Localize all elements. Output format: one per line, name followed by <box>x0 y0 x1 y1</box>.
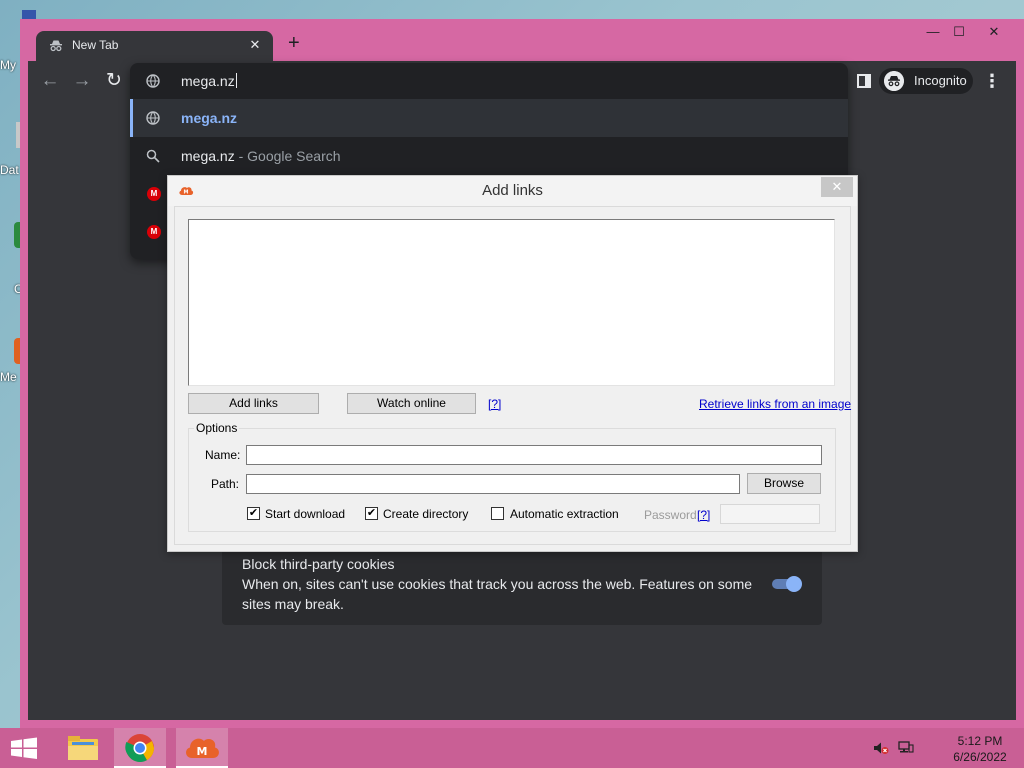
new-tab-button[interactable]: + <box>288 33 300 53</box>
search-icon <box>146 149 160 163</box>
chrome-icon <box>125 734 154 762</box>
create-directory-label: Create directory <box>383 507 469 521</box>
cookie-setting-description: When on, sites can't use cookies that tr… <box>242 576 753 612</box>
start-download-checkbox[interactable]: ✔ <box>247 507 260 520</box>
mega-cloud-icon: M <box>186 738 219 758</box>
clock-time: 5:12 PM <box>957 734 1003 748</box>
suggestion-text: mega.nz - Google Search <box>181 148 341 164</box>
globe-icon <box>146 74 160 88</box>
dialog-close-button[interactable]: ✕ <box>821 177 853 197</box>
automatic-extraction-label: Automatic extraction <box>510 507 619 521</box>
taskbar-file-explorer[interactable] <box>58 728 110 768</box>
toggle-knob <box>786 576 802 592</box>
window-close-button[interactable]: ✕ <box>974 21 1014 43</box>
watch-online-button[interactable]: Watch online <box>347 393 476 414</box>
password-label: Password: <box>644 508 701 522</box>
volume-muted-icon[interactable] <box>873 741 889 755</box>
text-caret <box>235 73 237 88</box>
suggestion-text: mega.nz <box>181 110 238 126</box>
add-links-button[interactable]: Add links <box>188 393 319 414</box>
options-legend: Options <box>194 421 240 435</box>
omnibox-text[interactable]: mega.nz <box>181 73 237 89</box>
create-directory-checkbox[interactable]: ✔ <box>365 507 378 520</box>
desktop-icon-label: Me <box>0 370 17 384</box>
watch-online-help-link[interactable]: [?] <box>488 397 501 411</box>
network-icon[interactable] <box>898 741 914 755</box>
suggestion-row[interactable]: mega.nz <box>130 99 848 137</box>
browse-button[interactable]: Browse <box>747 473 821 494</box>
incognito-avatar-icon <box>884 71 904 91</box>
mega-letter: M <box>197 745 208 758</box>
suggestion-suffix: - Google Search <box>234 148 341 164</box>
globe-icon <box>146 111 160 125</box>
windows-start-icon[interactable] <box>0 728 48 768</box>
path-input[interactable] <box>246 474 740 494</box>
cookie-toggle[interactable] <box>770 576 802 592</box>
window-maximize-button[interactable]: ☐ <box>944 21 974 43</box>
incognito-label: Incognito <box>914 73 967 88</box>
desktop-icon-label: Dat <box>0 163 19 177</box>
tab-new-tab[interactable]: New Tab ✕ <box>36 31 273 61</box>
mega-icon: M <box>147 225 161 239</box>
tab-close-icon[interactable]: ✕ <box>247 37 263 53</box>
folder-icon <box>68 736 98 760</box>
path-label: Path: <box>211 477 240 491</box>
password-input <box>720 504 820 524</box>
suggestion-query: mega.nz <box>181 148 235 164</box>
automatic-extraction-checkbox[interactable] <box>491 507 504 520</box>
retrieve-links-from-image-link[interactable]: Retrieve links from an image <box>699 397 851 411</box>
name-label: Name: <box>205 448 241 462</box>
taskbar-megasync[interactable]: M <box>176 728 228 768</box>
tab-title: New Tab <box>72 38 119 52</box>
suggestion-row[interactable]: mega.nz - Google Search <box>130 137 848 175</box>
chrome-menu-button[interactable]: ⋮ <box>983 70 1001 92</box>
name-input[interactable] <box>246 445 822 465</box>
forward-button[interactable]: → <box>70 69 94 93</box>
omnibox-input[interactable]: mega.nz <box>130 63 848 99</box>
taskbar-chrome[interactable] <box>114 728 166 768</box>
clock-date: 6/26/2022 <box>953 750 1007 764</box>
add-links-dialog: M Add links ✕ Add links Watch online [?]… <box>167 175 858 552</box>
dialog-titlebar[interactable]: M Add links ✕ <box>168 176 857 206</box>
side-panel-icon[interactable] <box>857 74 871 88</box>
taskbar-clock[interactable]: 5:12 PM 6/26/2022 <box>940 733 1020 765</box>
links-textarea[interactable] <box>188 219 835 386</box>
omnibox-value: mega.nz <box>181 73 235 89</box>
taskbar: M 5:12 PM 6/26/2022 <box>0 728 1024 768</box>
start-download-label: Start download <box>265 507 346 521</box>
reload-button[interactable]: ↻ <box>102 69 126 93</box>
incognito-indicator[interactable]: Incognito <box>879 68 973 94</box>
back-button[interactable]: ← <box>38 69 62 93</box>
mega-icon: M <box>147 187 161 201</box>
incognito-icon <box>50 40 62 52</box>
desktop-icon-label: My <box>0 58 16 72</box>
cookie-setting-title: Block third-party cookies <box>242 556 395 572</box>
block-third-party-cookies-card: Block third-party cookies When on, sites… <box>222 548 822 625</box>
dialog-title: Add links <box>482 182 543 199</box>
password-help-link[interactable]: [?] <box>697 508 710 522</box>
